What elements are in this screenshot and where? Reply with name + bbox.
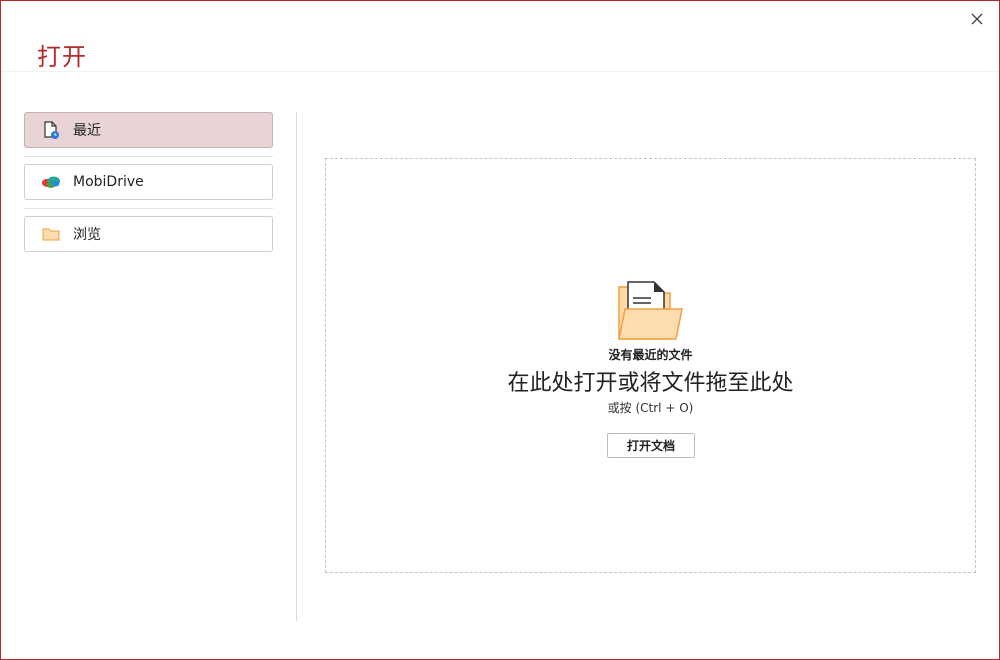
mobidrive-icon bbox=[41, 172, 61, 192]
sidebar-item-label: 浏览 bbox=[73, 227, 101, 243]
open-dialog: 打开 最近 MobiDrive 浏览 没有最近的文件 在此处打开或将文件拖至此处… bbox=[0, 0, 1000, 660]
sidebar-item-label: 最近 bbox=[73, 123, 101, 139]
header-divider bbox=[1, 71, 999, 72]
vertical-divider bbox=[296, 112, 297, 621]
sidebar-item-label: MobiDrive bbox=[73, 174, 144, 190]
drop-instructions: 在此处打开或将文件拖至此处 bbox=[507, 371, 794, 396]
sidebar-item-mobidrive[interactable]: MobiDrive bbox=[24, 164, 273, 200]
empty-state-title: 没有最近的文件 bbox=[608, 348, 693, 362]
close-button[interactable] bbox=[969, 11, 985, 27]
close-icon bbox=[971, 13, 983, 25]
sidebar-item-recent[interactable]: 最近 bbox=[24, 112, 273, 148]
shortcut-hint: 或按 (Ctrl + O) bbox=[607, 401, 694, 415]
sidebar-divider bbox=[24, 156, 273, 157]
sidebar-item-browse[interactable]: 浏览 bbox=[24, 216, 273, 252]
open-document-button[interactable]: 打开文档 bbox=[607, 433, 695, 458]
drop-zone[interactable]: 没有最近的文件 在此处打开或将文件拖至此处 或按 (Ctrl + O) 打开文档 bbox=[325, 158, 976, 573]
dialog-title: 打开 bbox=[37, 43, 87, 71]
empty-folder-icon bbox=[616, 279, 686, 347]
sidebar: 最近 MobiDrive 浏览 bbox=[24, 112, 273, 252]
sidebar-divider bbox=[24, 208, 273, 209]
folder-icon bbox=[41, 224, 61, 244]
recent-file-icon bbox=[41, 120, 61, 140]
